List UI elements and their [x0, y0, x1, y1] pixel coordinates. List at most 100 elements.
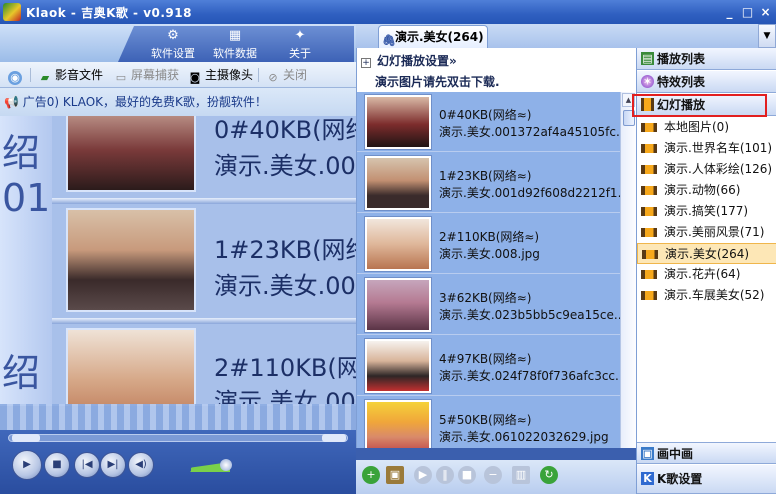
about-button[interactable]: ✦ 关于 — [270, 28, 330, 60]
preview-row-line1: 1#23KB(网络 — [214, 236, 356, 264]
software-settings-button[interactable]: ⚙ 软件设置 — [142, 28, 204, 60]
next-icon: ▶| — [107, 459, 119, 470]
list-item[interactable]: 4#97KB(网络≈) 演示.美女.024f78f0f736afc3cc... — [357, 336, 620, 396]
ksettings-header[interactable]: K K歌设置 — [637, 465, 776, 494]
pip-icon: ▣ — [641, 447, 654, 460]
tab-label: 演示.美女(264) — [395, 30, 484, 44]
list-item[interactable]: 5#50KB(网络≈) 演示.美女.061022032629.jpg — [357, 397, 620, 448]
film-icon[interactable]: ▣ — [386, 466, 404, 484]
preview-row-line2: 演示.美女.001 — [214, 152, 356, 180]
effects-header[interactable]: ✶ 特效列表 — [637, 71, 776, 93]
category-item[interactable]: 演示.美丽风景(71) — [637, 222, 776, 243]
stop-button[interactable]: ■ — [44, 452, 70, 478]
info-icon: ✦ — [294, 28, 306, 43]
item-filename: 演示.美女.023b5bb5c9ea15ce... — [439, 308, 620, 322]
toolbar-separator — [258, 68, 259, 82]
close-circle-icon: ⊘ — [268, 71, 278, 84]
category-label: 演示.美丽风景(71) — [664, 225, 765, 239]
category-label: 演示.人体彩绘(126) — [664, 162, 773, 176]
preview-row-line1: 0#40KB(网络 — [214, 116, 356, 144]
progress-slider[interactable] — [8, 434, 348, 442]
film-strip-icon — [641, 165, 657, 174]
speaker-icon: ◀) — [135, 459, 147, 470]
audio-files-button[interactable]: ▰ 影音文件 — [38, 67, 103, 84]
item-filename: 演示.美女.001d92f608d2212f1... — [439, 186, 620, 200]
image-list: 0#40KB(网络≈) 演示.美女.001372af4a45105fc... 1… — [356, 92, 620, 448]
category-item[interactable]: 演示.世界名车(101) — [637, 138, 776, 159]
camera-button[interactable]: ◙ 主摄像头 — [188, 67, 254, 84]
category-item[interactable]: 本地图片(0) — [637, 117, 776, 138]
webcam-icon: ◙ — [189, 71, 201, 84]
pause-small-icon[interactable]: ‖ — [436, 466, 454, 484]
film-strip-icon — [641, 186, 657, 195]
image-thumbnail — [365, 217, 431, 271]
highlight-box — [632, 94, 767, 117]
category-item[interactable]: 演示.动物(66) — [637, 180, 776, 201]
minimize-button[interactable]: _ — [722, 5, 737, 19]
playlist-header[interactable]: ▤ 播放列表 — [637, 48, 776, 70]
restore-button[interactable]: □ — [740, 5, 755, 19]
prev-button[interactable]: |◀ — [74, 452, 100, 478]
folder-icon: ▰ — [40, 71, 50, 84]
preview-divider — [52, 318, 356, 324]
play-small-icon[interactable]: ▶ — [414, 466, 432, 484]
trash-icon[interactable]: ▥ — [512, 466, 530, 484]
expand-icon: + — [361, 58, 371, 68]
progress-end-handle[interactable] — [322, 434, 346, 442]
progress-handle[interactable] — [12, 434, 40, 442]
slideshow-settings-label: 幻灯播放设置» — [377, 54, 457, 68]
slideshow-settings-link[interactable]: + 幻灯播放设置» — [361, 52, 457, 69]
category-item-selected[interactable]: 演示.美女(264) — [637, 243, 776, 264]
film-strip-icon — [641, 207, 657, 216]
list-item[interactable]: 3#62KB(网络≈) 演示.美女.023b5bb5c9ea15ce... — [357, 275, 620, 335]
preview-thumbnail — [66, 328, 196, 406]
close-source-label: 关闭 — [283, 68, 308, 82]
image-thumbnail — [365, 95, 431, 149]
pip-header[interactable]: ▣ 画中画 — [637, 442, 776, 464]
preview-thumbnail — [66, 116, 196, 192]
category-label: 演示.动物(66) — [664, 183, 741, 197]
ad-banner[interactable]: 📢 广告0) KLAOK，最好的免费K歌，扮靓软件！ — [0, 88, 356, 116]
software-data-label: 软件数据 — [213, 47, 257, 60]
camera-label: 主摄像头 — [205, 68, 254, 82]
effects-icon: ✶ — [641, 75, 654, 88]
category-label: 演示.世界名车(101) — [664, 141, 773, 155]
film-strip-icon — [641, 144, 657, 153]
prev-icon: |◀ — [81, 459, 93, 470]
screen-capture-button[interactable]: ▭ 屏幕捕获 — [114, 67, 179, 84]
category-item[interactable]: 演示.车展美女(52) — [637, 285, 776, 306]
image-thumbnail — [365, 278, 431, 332]
image-thumbnail — [365, 156, 431, 210]
list-item[interactable]: 1#23KB(网络≈) 演示.美女.001d92f608d2212f1... — [357, 153, 620, 213]
remove-icon[interactable]: − — [484, 466, 502, 484]
tab-demo-beauty[interactable]: 🖇 演示.美女(264) — [378, 25, 488, 48]
add-icon[interactable]: + — [362, 466, 380, 484]
category-item[interactable]: 演示.搞笑(177) — [637, 201, 776, 222]
gear-icon: ⚙ — [167, 28, 179, 43]
close-source-button[interactable]: ⊘ 关闭 — [266, 67, 308, 84]
film-strip-icon — [642, 250, 658, 259]
category-item[interactable]: 演示.花卉(64) — [637, 264, 776, 285]
close-button[interactable]: × — [758, 5, 773, 19]
waveform-strip — [0, 404, 356, 430]
mid-tab-strip: 🖇 演示.美女(264) — [356, 24, 758, 48]
refresh-icon[interactable]: ↻ — [540, 466, 558, 484]
next-button[interactable]: ▶| — [100, 452, 126, 478]
play-button[interactable]: ▶ — [12, 450, 42, 480]
list-item[interactable]: 2#110KB(网络≈) 演示.美女.008.jpg — [357, 214, 620, 274]
stop-small-icon[interactable]: ■ — [458, 466, 476, 484]
home-icon[interactable]: ◉ — [8, 67, 25, 85]
monitor-icon: ▭ — [115, 71, 127, 84]
list-item[interactable]: 0#40KB(网络≈) 演示.美女.001372af4a45105fc... — [357, 92, 620, 152]
item-size: 1#23KB(网络≈) — [439, 169, 532, 183]
category-item[interactable]: 演示.人体彩绘(126) — [637, 159, 776, 180]
toolbar-separator — [30, 68, 31, 82]
tab-dropdown-button[interactable]: ▼ — [758, 24, 776, 48]
preview-divider — [52, 198, 356, 204]
chevron-down-icon: ▼ — [763, 31, 771, 41]
software-data-button[interactable]: ▦ 软件数据 — [204, 28, 266, 60]
volume-button[interactable]: ◀) — [128, 452, 154, 478]
k-icon: K — [641, 472, 654, 485]
volume-knob[interactable] — [220, 459, 232, 471]
list-scrollbar[interactable]: ▲ — [620, 92, 636, 448]
